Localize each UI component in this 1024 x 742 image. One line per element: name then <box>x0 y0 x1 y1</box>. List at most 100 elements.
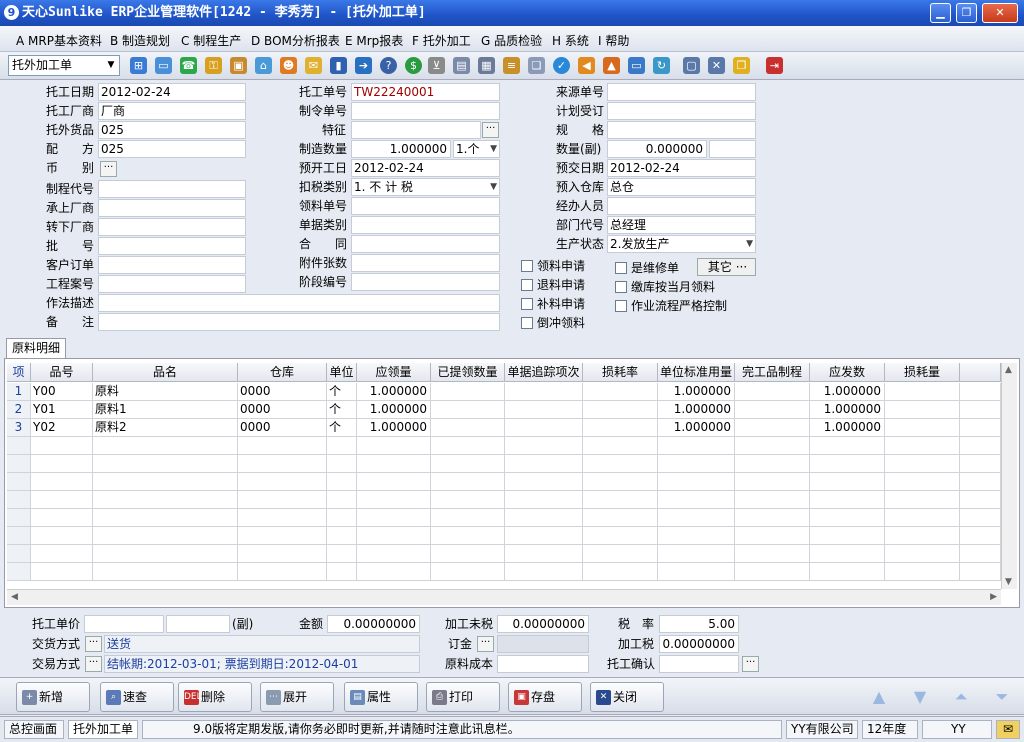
table-cell[interactable] <box>431 383 505 401</box>
table-cell[interactable] <box>431 509 505 527</box>
table-cell[interactable]: 个 <box>327 419 357 437</box>
peifang-field[interactable]: 025 <box>98 140 246 158</box>
qita-button[interactable]: 其它 ··· <box>697 258 756 276</box>
lingliao-danhao-field[interactable] <box>351 197 500 215</box>
table-cell[interactable] <box>583 419 658 437</box>
danju-leibie-field[interactable] <box>351 216 500 234</box>
vertical-scrollbar[interactable]: ▲ ▼ <box>1001 363 1017 589</box>
daochong-lingliao-checkbox[interactable] <box>521 317 533 329</box>
table-cell[interactable]: 1.000000 <box>658 383 735 401</box>
scroll-left-icon[interactable]: ◀ <box>11 592 18 602</box>
table-cell[interactable] <box>505 527 583 545</box>
table-cell[interactable] <box>735 383 810 401</box>
table-cell[interactable] <box>960 419 1001 437</box>
table-cell[interactable] <box>658 509 735 527</box>
table-cell[interactable] <box>885 419 960 437</box>
table-cell[interactable] <box>960 455 1001 473</box>
jine-field[interactable]: 0.00000000 <box>327 615 420 633</box>
table-cell[interactable] <box>810 527 885 545</box>
screen-icon[interactable]: ▭ <box>628 57 645 74</box>
table-cell[interactable] <box>810 509 885 527</box>
last-record-icon[interactable]: ⏷ <box>985 684 1019 710</box>
table-cell[interactable] <box>960 545 1001 563</box>
zhizao-unit-select[interactable]: 1.个 ▼ <box>453 140 500 158</box>
prev-record-icon[interactable]: ▼ <box>903 684 937 710</box>
table-cell[interactable] <box>810 455 885 473</box>
menu-quality[interactable]: G 品质检验 <box>481 32 542 49</box>
pihao-field[interactable] <box>98 237 246 255</box>
dingjin-lookup-button[interactable]: ··· <box>477 636 494 652</box>
col-header-wangongpin[interactable]: 完工品制程 <box>735 363 810 382</box>
table-cell[interactable] <box>960 383 1001 401</box>
table-cell[interactable] <box>735 437 810 455</box>
shengchan-zhuangtai-select[interactable]: 2.发放生产 ▼ <box>607 235 756 253</box>
table-cell[interactable] <box>238 527 327 545</box>
table-cell[interactable] <box>357 545 431 563</box>
yuru-cangku-field[interactable]: 总仓 <box>607 178 756 196</box>
table-cell[interactable] <box>658 473 735 491</box>
table-cell[interactable] <box>431 437 505 455</box>
next-record-icon[interactable]: ⏶ <box>944 684 978 710</box>
row-number[interactable] <box>7 509 31 527</box>
table-cell[interactable]: 1.000000 <box>357 383 431 401</box>
tezheng-lookup-button[interactable]: ··· <box>482 122 499 138</box>
table-cell[interactable] <box>735 491 810 509</box>
fujian-zhangshu-field[interactable] <box>351 254 500 272</box>
structure-icon[interactable]: ⊞ <box>130 57 147 74</box>
restore-icon[interactable]: ❐ <box>956 3 977 23</box>
table-cell[interactable] <box>658 437 735 455</box>
minimize-icon[interactable]: ▁ <box>930 3 951 23</box>
table-cell[interactable] <box>93 509 238 527</box>
table-cell[interactable] <box>505 419 583 437</box>
scroll-up-icon[interactable]: ▲ <box>1005 365 1012 375</box>
current-tab[interactable]: 托外加工单 <box>68 720 138 739</box>
table-cell[interactable] <box>735 509 810 527</box>
table-cell[interactable] <box>885 383 960 401</box>
speaker-icon[interactable]: ◀ <box>578 57 595 74</box>
tezheng-field[interactable] <box>351 121 481 139</box>
menu-production[interactable]: C 制程生产 <box>181 32 241 49</box>
table-cell[interactable] <box>885 437 960 455</box>
col-header-sunhaolv[interactable]: 损耗率 <box>583 363 658 382</box>
table-cell[interactable] <box>238 455 327 473</box>
add-button[interactable]: + 新增 <box>16 682 90 712</box>
shuliang-fu-unit-field[interactable] <box>709 140 756 158</box>
table-cell[interactable]: 原料 <box>93 383 238 401</box>
table-cell[interactable] <box>357 563 431 581</box>
table-cell[interactable] <box>735 455 810 473</box>
home-tab[interactable]: 总控画面 <box>4 720 64 739</box>
document-icon[interactable]: ▤ <box>453 57 470 74</box>
table-cell[interactable] <box>431 419 505 437</box>
row-number[interactable]: 3 <box>7 419 31 437</box>
table-cell[interactable] <box>960 509 1001 527</box>
database-icon[interactable]: ≡ <box>503 57 520 74</box>
shi-weixiudan-checkbox[interactable] <box>615 262 627 274</box>
table-cell[interactable] <box>238 563 327 581</box>
table-cell[interactable] <box>31 473 93 491</box>
table-cell[interactable]: 1.000000 <box>357 401 431 419</box>
table-cell[interactable] <box>357 509 431 527</box>
jihua-shouding-field[interactable] <box>607 102 756 120</box>
table-cell[interactable] <box>735 545 810 563</box>
table-cell[interactable] <box>93 473 238 491</box>
table-cell[interactable] <box>658 545 735 563</box>
table-cell[interactable] <box>431 473 505 491</box>
col-header-pinming[interactable]: 品名 <box>93 363 238 382</box>
table-cell[interactable]: 个 <box>327 401 357 419</box>
book-icon[interactable]: ▮ <box>330 57 347 74</box>
row-number[interactable] <box>7 545 31 563</box>
row-number[interactable]: 1 <box>7 383 31 401</box>
table-cell[interactable] <box>31 527 93 545</box>
table-cell[interactable]: 1.000000 <box>357 419 431 437</box>
table-cell[interactable] <box>431 491 505 509</box>
table-cell[interactable]: 1.000000 <box>658 401 735 419</box>
shuilv-field[interactable]: 5.00 <box>659 615 739 633</box>
gongchenganhao-field[interactable] <box>98 275 246 293</box>
table-cell[interactable] <box>583 491 658 509</box>
table-cell[interactable] <box>735 527 810 545</box>
table-cell[interactable] <box>810 545 885 563</box>
jiagongshui-field[interactable]: 0.00000000 <box>659 635 739 653</box>
table-cell[interactable] <box>93 545 238 563</box>
zhiling-danhao-field[interactable] <box>351 102 500 120</box>
table-cell[interactable] <box>505 473 583 491</box>
